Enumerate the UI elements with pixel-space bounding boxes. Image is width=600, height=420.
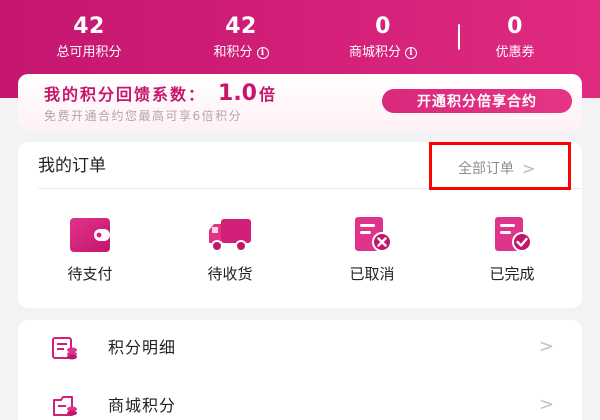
order-status-pending-payment[interactable]: 待支付 [50,216,130,284]
menu-item-label: 积分明细 [108,338,177,357]
chevron-right-icon: > [522,158,536,178]
order-status-cancelled[interactable]: 已取消 [332,216,412,284]
truck-icon [209,219,251,252]
stat-label: 总可用积分 [56,45,122,60]
orders-title: 我的订单 [38,156,106,176]
rebate-subtitle: 免费开通合约您最高可享6倍积分 [44,109,243,123]
all-orders-label: 全部订单 [458,161,514,177]
stat-label: 和积分 [213,45,253,60]
open-contract-button[interactable]: 开通积分倍享合约 [382,89,572,113]
stat-value: 42 [225,14,257,39]
stat-coupons[interactable]: 0 优惠券 [450,14,580,62]
completed-order-icon [495,217,532,252]
chevron-right-icon: > [538,394,554,415]
orders-card: 我的订单 全部订单 > 待支付 待收货 已取消 已完成 [18,142,582,308]
stat-he-points[interactable]: 42 和积分 i [176,14,306,62]
rebate-title: 我的积分回馈系数： 1.0 倍 [44,83,275,106]
points-detail-icon [52,337,77,360]
rebate-unit: 倍 [259,85,276,104]
order-status-label: 待收货 [207,265,253,283]
cancelled-order-icon [355,217,392,252]
stat-label: 商城积分 [348,45,401,60]
order-status-completed[interactable]: 已完成 [472,216,552,284]
menu-item-mall-points[interactable]: 商城积分 > [18,378,582,420]
menu-item-points-detail[interactable]: 积分明细 > [18,320,582,376]
info-icon[interactable]: i [256,47,269,59]
stat-value: 42 [73,14,105,39]
order-status-label: 待支付 [67,265,113,283]
rebate-value: 1.0 [218,81,257,106]
chevron-right-icon: > [538,336,554,357]
stat-total-points[interactable]: 42 总可用积分 [24,14,154,62]
stat-label: 优惠券 [495,45,535,60]
menu-card: 积分明细 > 商城积分 > [18,320,582,420]
info-icon[interactable]: i [405,47,417,59]
divider [38,188,582,189]
mall-points-icon [53,396,77,416]
stat-mall-points[interactable]: 0 商城积分 i [318,14,448,62]
order-status-pending-delivery[interactable]: 待收货 [190,216,270,284]
rebate-card: 我的积分回馈系数： 1.0 倍 免费开通合约您最高可享6倍积分 开通积分倍享合约 [18,74,582,130]
order-status-label: 已完成 [489,265,535,283]
stat-value: 0 [507,14,523,39]
order-status-label: 已取消 [349,265,395,283]
rebate-label: 我的积分回馈系数： [44,85,207,104]
stat-value: 0 [375,14,391,39]
all-orders-link[interactable]: 全部订单 > [458,158,535,178]
wallet-icon [70,218,110,252]
menu-item-label: 商城积分 [108,396,177,415]
